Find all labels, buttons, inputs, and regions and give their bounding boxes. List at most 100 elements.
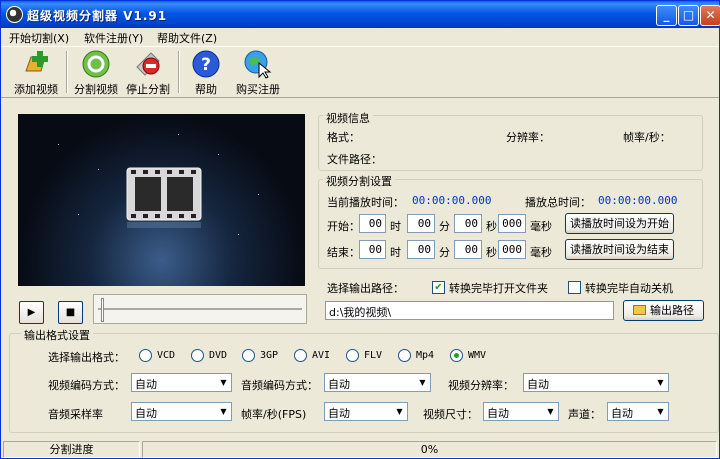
sample-rate-label: 音频采样率 [48, 408, 103, 421]
audio-codec-value: 自动 [328, 378, 350, 391]
star [78, 214, 79, 215]
fps-select[interactable]: 自动 ▼ [324, 402, 408, 421]
start-second-input[interactable]: 00 [454, 214, 482, 233]
format-label-mp4: Mp4 [416, 350, 435, 361]
star [98, 169, 99, 170]
menu-start-cut[interactable]: 开始切割(X) [9, 30, 69, 46]
open-folder-checkbox[interactable]: ✔ [432, 281, 445, 294]
stop-split-icon [136, 52, 160, 76]
add-video-button[interactable]: 添加视频 [11, 49, 61, 97]
ms-unit: 毫秒 [530, 220, 552, 233]
maximize-button[interactable]: □ [678, 5, 699, 26]
start-label: 开始： [327, 220, 360, 233]
menu-register[interactable]: 软件注册(Y) [84, 30, 143, 46]
svg-text:?: ? [201, 55, 211, 75]
format-label-avi: AVI [312, 350, 331, 361]
progress-text: 0% [420, 443, 439, 456]
format-radio-mp4[interactable] [398, 349, 411, 362]
channel-select[interactable]: 自动 ▼ [607, 402, 669, 421]
title-bar[interactable]: 超级视频分割器 V1.91 _ □ ✕ [1, 1, 720, 28]
globe-cursor-icon [244, 50, 272, 79]
buy-register-label: 购买注册 [236, 83, 280, 96]
start-ms-input[interactable]: 000 [498, 214, 526, 233]
format-label-flv: FLV [364, 350, 383, 361]
set-end-button[interactable]: 读播放时间设为结束 [565, 239, 674, 260]
split-progress-label: 分割进度 [3, 441, 140, 458]
end-second-input[interactable]: 00 [454, 240, 482, 259]
toolbar-separator [178, 51, 180, 93]
star [258, 194, 259, 195]
format-radio-3gp[interactable] [242, 349, 255, 362]
minimize-button[interactable]: _ [656, 5, 677, 26]
menu-bar: 开始切割(X) 软件注册(Y) 帮助文件(Z) [1, 28, 719, 46]
end-label: 结束： [327, 246, 360, 259]
fps-select-label: 帧率/秒(FPS) [241, 408, 307, 421]
stop-split-button[interactable]: 停止分割 [123, 49, 173, 97]
status-bar: 分割进度 0% [1, 440, 719, 458]
chevron-down-icon: ▼ [216, 403, 231, 420]
chevron-down-icon: ▼ [653, 374, 668, 391]
toolbar: 添加视频 分割视频 停止分割 ? 帮助 购买注册 [1, 46, 719, 98]
split-progress-bar: 0% [142, 441, 717, 458]
start-hour-input[interactable]: 00 [359, 214, 386, 233]
format-radio-flv[interactable] [346, 349, 359, 362]
output-format-legend: 输出格式设置 [21, 327, 93, 343]
format-radio-vcd[interactable] [139, 349, 152, 362]
set-start-button[interactable]: 读播放时间设为开始 [565, 213, 674, 234]
stop-button[interactable]: ■ [58, 301, 83, 324]
video-preview[interactable] [18, 114, 305, 286]
chevron-down-icon: ▼ [216, 374, 231, 391]
format-label-3gp: 3GP [260, 350, 279, 361]
total-time-value: 00:00:00.000 [598, 194, 678, 207]
start-minute-input[interactable]: 00 [407, 214, 435, 233]
video-res-value: 自动 [527, 378, 549, 391]
second-unit: 秒 [486, 220, 497, 233]
format-label-wmv: WMV [468, 350, 487, 361]
buy-register-button[interactable]: 购买注册 [231, 49, 285, 97]
format-label: 格式： [327, 131, 360, 144]
sample-rate-value: 自动 [135, 407, 157, 420]
video-codec-select[interactable]: 自动 ▼ [131, 373, 232, 392]
film-reel-icon [6, 6, 23, 23]
end-minute-input[interactable]: 00 [407, 240, 435, 259]
end-ms-input[interactable]: 000 [498, 240, 526, 259]
resolution-label: 分辨率： [506, 131, 550, 144]
star [218, 154, 219, 155]
play-button[interactable]: ▶ [19, 301, 44, 324]
split-settings-legend: 视频分割设置 [323, 173, 395, 189]
ms-unit: 毫秒 [530, 246, 552, 259]
menu-help-file[interactable]: 帮助文件(Z) [157, 30, 217, 46]
output-path-label: 选择输出路径： [327, 282, 404, 295]
format-label-dvd: DVD [209, 350, 228, 361]
audio-codec-select[interactable]: 自动 ▼ [324, 373, 431, 392]
audio-codec-label: 音频编码方式： [241, 379, 318, 392]
output-path-button[interactable]: 输出路径 [623, 300, 704, 321]
format-radio-wmv[interactable] [450, 349, 463, 362]
channel-value: 自动 [611, 407, 633, 420]
star [58, 144, 59, 145]
help-icon: ? [192, 50, 220, 78]
output-path-input[interactable]: d:\我的视频\ [325, 301, 614, 320]
split-video-button[interactable]: 分割视频 [71, 49, 121, 97]
format-radio-avi[interactable] [294, 349, 307, 362]
second-unit: 秒 [486, 246, 497, 259]
add-video-label: 添加视频 [14, 83, 58, 96]
window-title: 超级视频分割器 V1.91 [27, 9, 168, 23]
video-res-select[interactable]: 自动 ▼ [523, 373, 669, 392]
video-size-select[interactable]: 自动 ▼ [483, 402, 559, 421]
format-radio-dvd[interactable] [191, 349, 204, 362]
folder-icon [633, 305, 646, 315]
select-format-label: 选择输出格式： [48, 351, 125, 364]
close-button[interactable]: ✕ [700, 5, 720, 26]
sample-rate-select[interactable]: 自动 ▼ [131, 402, 232, 421]
stop-split-label: 停止分割 [126, 83, 170, 96]
video-size-label: 视频尺寸： [423, 408, 478, 421]
auto-shutdown-checkbox[interactable] [568, 281, 581, 294]
seek-slider[interactable] [93, 294, 307, 324]
hour-unit: 时 [390, 220, 401, 233]
star [238, 234, 239, 235]
seek-thumb[interactable] [101, 298, 104, 322]
help-button[interactable]: ? 帮助 [186, 49, 226, 97]
end-hour-input[interactable]: 00 [359, 240, 386, 259]
add-video-icon [25, 51, 48, 72]
